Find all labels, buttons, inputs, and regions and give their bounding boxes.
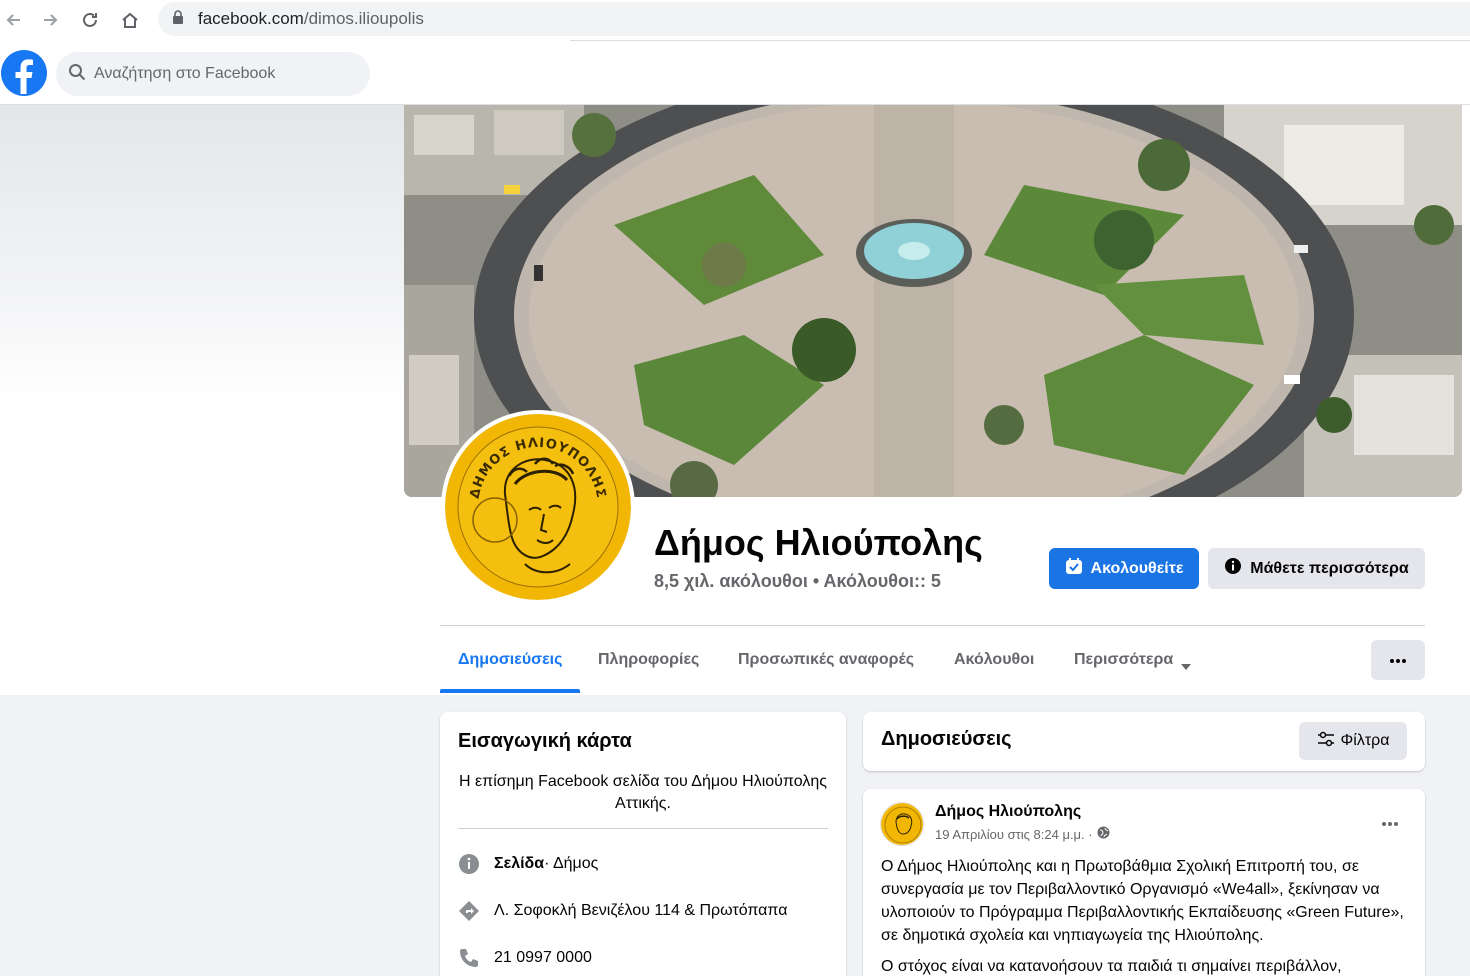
tab-about[interactable]: Πληροφορίες [598, 640, 699, 694]
learn-more-label: Μάθετε περισσότερα [1250, 559, 1409, 577]
address-text[interactable]: Λ. Σοφοκλή Βενιζέλου 114 & Πρωτόπαπα [494, 902, 788, 920]
learn-more-button[interactable]: Μάθετε περισσότερα [1208, 548, 1425, 589]
page-stats[interactable]: 8,5 χιλ. ακόλουθοι • Ακόλουθοι:: 5 [654, 571, 941, 592]
search-box[interactable] [56, 52, 370, 96]
cover-side-gradient [0, 105, 404, 405]
filter-sliders-icon [1317, 731, 1335, 752]
browser-toolbar: facebook.com/dimos.ilioupolis [0, 0, 1470, 40]
reload-icon[interactable] [76, 6, 104, 34]
profile-avatar[interactable]: ΔΗΜΟΣ ΗΛΙΟΥΠΟΛΗΣ [441, 410, 635, 604]
post-author-name[interactable]: Δήμος Ηλιούπολης [935, 803, 1081, 821]
ellipsis-icon [1381, 814, 1399, 832]
address-bar[interactable]: facebook.com/dimos.ilioupolis [158, 2, 1470, 36]
globe-icon [1097, 826, 1110, 842]
info-icon [1224, 557, 1242, 580]
search-icon [68, 63, 86, 86]
intro-description: Η επίσημη Facebook σελίδα του Δήμου Ηλιο… [459, 773, 827, 812]
header-divider [570, 40, 1470, 41]
checkbox-check-icon [1065, 557, 1083, 580]
profile-divider [440, 625, 1425, 626]
url-path: /dimos.ilioupolis [303, 9, 424, 28]
home-icon[interactable] [116, 6, 144, 34]
tab-posts[interactable]: Δημοσιεύσεις [458, 640, 562, 694]
category-page-label: Σελίδα [494, 855, 545, 872]
intro-divider [458, 828, 828, 829]
forward-icon[interactable] [36, 6, 64, 34]
facebook-header [0, 40, 1470, 105]
intro-phone-row: 21 0997 0000 [458, 947, 592, 969]
post-timestamp[interactable]: 19 Απριλίου στις 8:24 μ.μ. · [935, 826, 1110, 842]
back-icon[interactable] [0, 6, 28, 34]
tab-followers[interactable]: Ακόλουθοι [954, 640, 1034, 694]
phone-icon [458, 947, 480, 969]
facebook-logo-icon[interactable] [1, 50, 47, 96]
following-button[interactable]: Ακολουθείτε [1049, 548, 1199, 589]
active-tab-indicator [440, 689, 580, 693]
search-input[interactable] [94, 65, 354, 83]
post-card: Δήμος Ηλιούπολης 19 Απριλίου στις 8:24 μ… [863, 789, 1425, 976]
ellipsis-icon [1389, 651, 1407, 669]
avatar: ΔΗΜΟΣ ΗΛΙΟΥΠΟΛΗΣ [445, 414, 631, 600]
intro-category-row: Σελίδα · Δήμος [458, 853, 598, 875]
intro-title: Εισαγωγική κάρτα [458, 730, 632, 752]
filters-button[interactable]: Φίλτρα [1299, 722, 1407, 760]
info-icon [458, 853, 480, 875]
lock-icon [172, 9, 184, 29]
phone-text[interactable]: 21 0997 0000 [494, 949, 592, 967]
caret-down-icon [1181, 651, 1192, 694]
tab-mentions[interactable]: Προσωπικές αναφορές [738, 640, 914, 694]
post-options-button[interactable] [1375, 813, 1405, 833]
post-body: Ο Δήμος Ηλιούπολης και η Πρωτοβάθμια Σχο… [881, 858, 1404, 944]
intro-card: Εισαγωγική κάρτα Η επίσημη Facebook σελί… [440, 712, 846, 976]
url-text: facebook.com/dimos.ilioupolis [198, 9, 424, 29]
filters-label: Φίλτρα [1340, 732, 1390, 749]
url-domain: facebook.com [198, 9, 304, 28]
post-time-text: 19 Απριλίου στις 8:24 μ.μ. · [935, 826, 1093, 842]
more-options-button[interactable] [1371, 640, 1425, 680]
directions-icon [458, 900, 480, 922]
following-button-label: Ακολουθείτε [1090, 559, 1184, 577]
post-author-avatar[interactable] [880, 802, 924, 846]
tab-more[interactable]: Περισσότερα [1074, 640, 1192, 694]
posts-title: Δημοσιεύσεις [881, 728, 1012, 750]
tab-more-label: Περισσότερα [1074, 651, 1174, 668]
post-body-continued: Ο στόχος είναι να κατανοήσουν τα παιδιά … [881, 958, 1342, 975]
category-type-label[interactable]: · Δήμος [544, 855, 598, 873]
intro-address-row: Λ. Σοφοκλή Βενιζέλου 114 & Πρωτόπαπα [458, 900, 788, 922]
page-title: Δήμος Ηλιούπολης [654, 522, 983, 563]
posts-header-card: Δημοσιεύσεις Φίλτρα [863, 712, 1425, 771]
